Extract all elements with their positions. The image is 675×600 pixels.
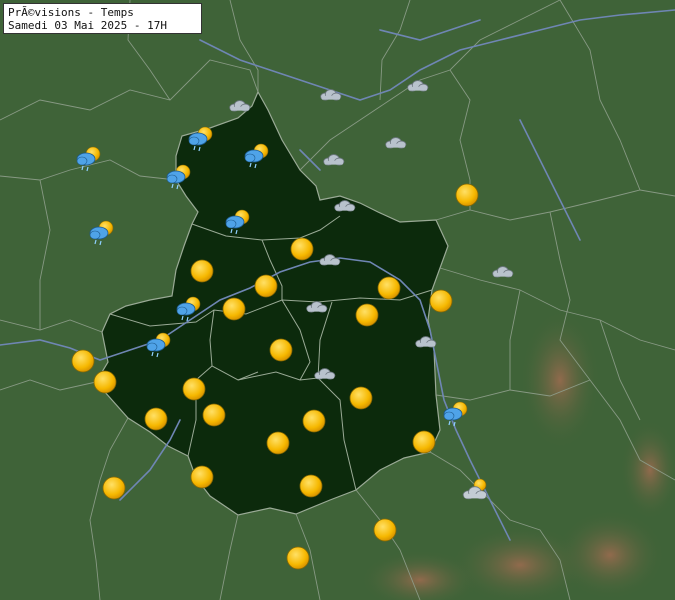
sunny-icon — [429, 289, 453, 313]
forecast-title: PrÃ©visions - Temps — [8, 6, 134, 19]
sunny-icon — [222, 297, 246, 321]
sunny-icon — [190, 259, 214, 283]
map-canvas — [0, 0, 675, 600]
sunny-icon — [202, 403, 226, 427]
sunny-icon — [269, 338, 293, 362]
sunny-icon — [302, 409, 326, 433]
sunny-icon — [373, 518, 397, 542]
sunny-icon — [412, 430, 436, 454]
sunny-icon — [93, 370, 117, 394]
sunny-icon — [182, 377, 206, 401]
sunny-icon — [286, 546, 310, 570]
sunny-icon — [377, 276, 401, 300]
sunny-icon — [299, 474, 323, 498]
forecast-header: PrÃ©visions - Temps Samedi 03 Mai 2025 -… — [3, 3, 202, 34]
sunny-icon — [254, 274, 278, 298]
sunny-icon — [190, 465, 214, 489]
sunny-icon — [290, 237, 314, 261]
sunny-icon — [144, 407, 168, 431]
sunny-icon — [349, 386, 373, 410]
sunny-icon — [266, 431, 290, 455]
forecast-date: Samedi 03 Mai 2025 - 17H — [8, 19, 167, 32]
sunny-icon — [455, 183, 479, 207]
sunny-icon — [102, 476, 126, 500]
sunny-icon — [71, 349, 95, 373]
sunny-icon — [355, 303, 379, 327]
